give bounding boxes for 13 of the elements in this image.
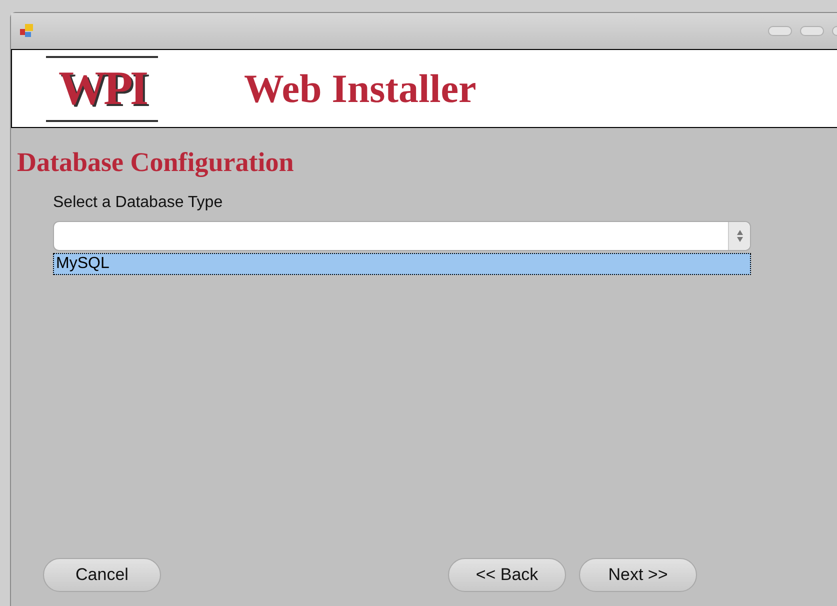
wizard-button[interactable]: Next >>: [579, 558, 697, 592]
window-control-button[interactable]: [768, 26, 792, 36]
database-type-combo[interactable]: [53, 220, 751, 250]
wizard-button[interactable]: Cancel: [43, 558, 161, 592]
logo: WPI: [46, 56, 158, 122]
window-control-button[interactable]: [800, 26, 824, 36]
field-label: Select a Database Type: [53, 192, 224, 212]
wizard-button[interactable]: << Back: [448, 558, 566, 592]
dropdown-option[interactable]: MySQL: [53, 252, 751, 274]
app-icon: [19, 23, 35, 39]
spinner-icon: [728, 222, 750, 250]
page-heading: Database Configuration: [17, 146, 295, 179]
banner-title: Web Installer: [244, 64, 476, 112]
